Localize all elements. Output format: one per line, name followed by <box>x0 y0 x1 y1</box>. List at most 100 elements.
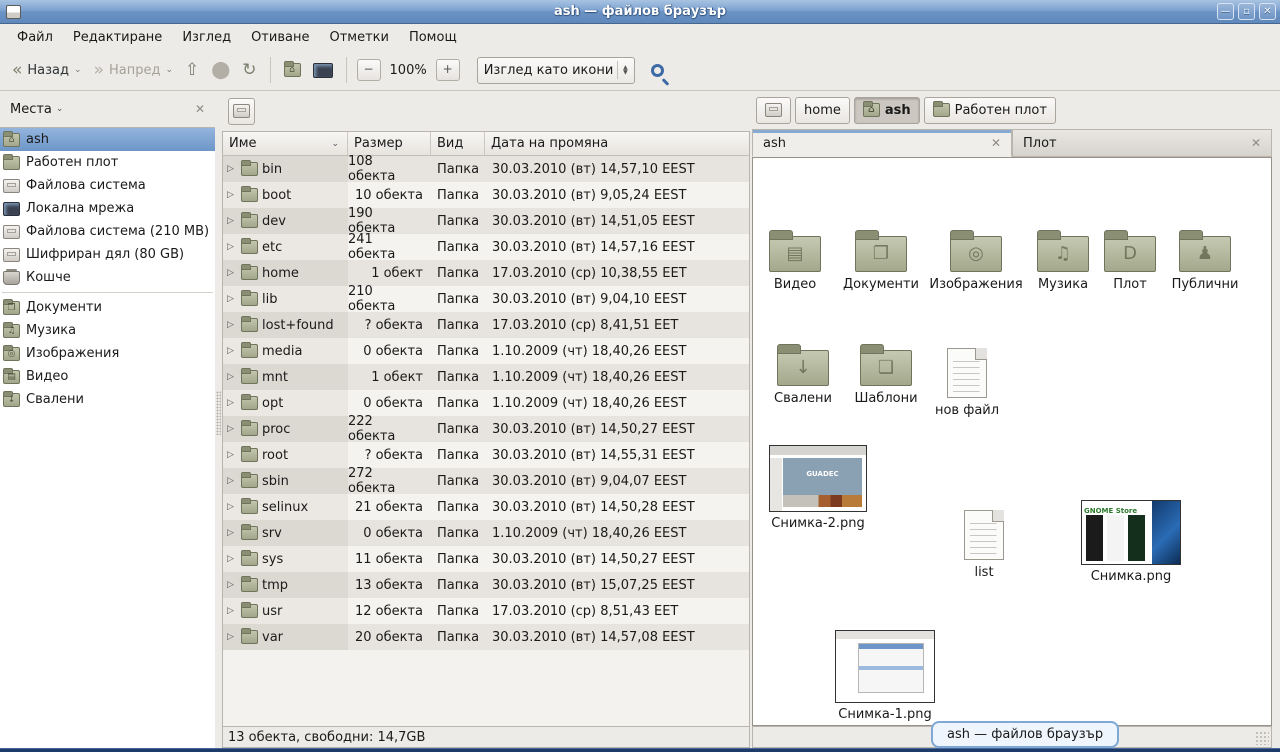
stop-button[interactable]: ⬤ <box>205 58 236 83</box>
view-mode-select[interactable]: Изглед като икони ▲▼ <box>477 57 635 84</box>
expander-icon[interactable]: ▷ <box>227 476 237 486</box>
table-row[interactable]: ▷ bin 108 обекта Папка 30.03.2010 (вт) 1… <box>223 156 749 182</box>
sidebar-item-Кошче[interactable]: Кошче <box>0 266 215 289</box>
sidebar-title-dropdown[interactable]: Места ⌄ <box>10 102 63 117</box>
table-row[interactable]: ▷ boot 10 обекта Папка 30.03.2010 (вт) 9… <box>223 182 749 208</box>
table-row[interactable]: ▷ media 0 обекта Папка 1.10.2009 (чт) 18… <box>223 338 749 364</box>
search-icon[interactable] <box>651 64 664 77</box>
sidebar-item-Файлова система (210 MB)[interactable]: Файлова система (210 MB) <box>0 220 215 243</box>
zoom-out-button[interactable]: − <box>357 59 381 81</box>
column-header-date[interactable]: Дата на промяна <box>485 132 749 155</box>
table-row[interactable]: ▷ root ? обекта Папка 30.03.2010 (вт) 14… <box>223 442 749 468</box>
column-header-size[interactable]: Размер <box>348 132 431 155</box>
table-row[interactable]: ▷ var 20 обекта Папка 30.03.2010 (вт) 14… <box>223 624 749 650</box>
computer-button[interactable] <box>307 59 339 82</box>
table-row[interactable]: ▷ dev 190 обекта Папка 30.03.2010 (вт) 1… <box>223 208 749 234</box>
file-item-video[interactable]: ▤ Видео <box>755 236 835 293</box>
table-row[interactable]: ▷ opt 0 обекта Папка 1.10.2009 (чт) 18,4… <box>223 390 749 416</box>
file-item-documents[interactable]: ❐ Документи <box>835 236 927 293</box>
expander-icon[interactable]: ▷ <box>227 372 237 382</box>
up-button[interactable]: ⇧ <box>179 58 205 83</box>
expander-icon[interactable]: ▷ <box>227 398 237 408</box>
sidebar-item-Видео[interactable]: ▤ Видео <box>0 365 215 388</box>
maximize-button[interactable]: ▫ <box>1238 3 1255 20</box>
tab-ash[interactable]: ash ✕ <box>752 129 1012 157</box>
menu-item-Изглед[interactable]: Изглед <box>173 26 240 49</box>
menu-item-Редактиране[interactable]: Редактиране <box>64 26 171 49</box>
file-item-public[interactable]: ♟ Публични <box>1161 236 1249 293</box>
table-row[interactable]: ▷ home 1 обект Папка 17.03.2010 (ср) 10,… <box>223 260 749 286</box>
minimize-button[interactable]: — <box>1217 3 1234 20</box>
back-button[interactable]: « Назад ⌄ <box>6 58 88 83</box>
sidebar-item-Работен плот[interactable]: Работен плот <box>0 151 215 174</box>
sidebar-item-Свалени[interactable]: ↓ Свалени <box>0 388 215 411</box>
file-item-list[interactable]: list <box>951 510 1017 581</box>
expander-icon[interactable]: ▷ <box>227 450 237 460</box>
forward-button[interactable]: » Напред ⌄ <box>88 58 179 83</box>
root-crumb-button[interactable] <box>228 98 255 125</box>
expander-icon[interactable]: ▷ <box>227 164 237 174</box>
table-row[interactable]: ▷ lib 210 обекта Папка 30.03.2010 (вт) 9… <box>223 286 749 312</box>
file-item-pictures[interactable]: ◎ Изображения <box>929 236 1023 293</box>
menu-item-Файл[interactable]: Файл <box>8 26 62 49</box>
expander-icon[interactable]: ▷ <box>227 554 237 564</box>
file-item-snimka1[interactable]: Снимка-1.png <box>833 630 937 723</box>
tab-close-icon[interactable]: ✕ <box>1251 136 1261 150</box>
breadcrumb-root[interactable] <box>756 97 791 124</box>
expander-icon[interactable]: ▷ <box>227 190 237 200</box>
table-row[interactable]: ▷ proc 222 обекта Папка 30.03.2010 (вт) … <box>223 416 749 442</box>
breadcrumb-ash[interactable]: ⌂ ash <box>854 97 920 124</box>
back-dropdown-icon[interactable]: ⌄ <box>74 65 82 75</box>
table-row[interactable]: ▷ selinux 21 обекта Папка 30.03.2010 (вт… <box>223 494 749 520</box>
file-item-templates[interactable]: ❏ Шаблони <box>843 350 929 407</box>
expander-icon[interactable]: ▷ <box>227 580 237 590</box>
table-row[interactable]: ▷ mnt 1 обект Папка 1.10.2009 (чт) 18,40… <box>223 364 749 390</box>
file-item-music[interactable]: ♫ Музика <box>1021 236 1105 293</box>
sidebar-item-Музика[interactable]: ♫ Музика <box>0 319 215 342</box>
sidebar-item-Изображения[interactable]: ◎ Изображения <box>0 342 215 365</box>
breadcrumb-desktop[interactable]: Работен плот <box>924 97 1056 124</box>
breadcrumb-home[interactable]: home <box>795 97 850 124</box>
titlebar[interactable]: ash — файлов браузър — ▫ ✕ <box>0 0 1280 24</box>
sidebar-item-Локална мрежа[interactable]: Локална мрежа <box>0 197 215 220</box>
table-row[interactable]: ▷ lost+found ? обекта Папка 17.03.2010 (… <box>223 312 749 338</box>
tab-close-icon[interactable]: ✕ <box>991 136 1001 150</box>
expander-icon[interactable]: ▷ <box>227 606 237 616</box>
zoom-in-button[interactable]: + <box>436 59 460 81</box>
table-row[interactable]: ▷ usr 12 обекта Папка 17.03.2010 (ср) 8,… <box>223 598 749 624</box>
tab-Плот[interactable]: Плот ✕ <box>1012 129 1272 157</box>
table-row[interactable]: ▷ sbin 272 обекта Папка 30.03.2010 (вт) … <box>223 468 749 494</box>
expander-icon[interactable]: ▷ <box>227 528 237 538</box>
close-button[interactable]: ✕ <box>1259 3 1276 20</box>
table-row[interactable]: ▷ tmp 13 обекта Папка 30.03.2010 (вт) 15… <box>223 572 749 598</box>
forward-dropdown-icon[interactable]: ⌄ <box>165 65 173 75</box>
sidebar-item-ash[interactable]: ⌂ ash <box>0 128 215 151</box>
table-row[interactable]: ▷ sys 11 обекта Папка 30.03.2010 (вт) 14… <box>223 546 749 572</box>
expander-icon[interactable]: ▷ <box>227 242 237 252</box>
menu-item-Отметки[interactable]: Отметки <box>320 26 397 49</box>
file-item-snimka2[interactable]: Снимка-2.png <box>767 445 869 532</box>
menu-item-Помощ[interactable]: Помощ <box>400 26 466 49</box>
expander-icon[interactable]: ▷ <box>227 294 237 304</box>
pane-splitter[interactable] <box>215 91 222 748</box>
sidebar-close-icon[interactable]: ✕ <box>195 102 205 116</box>
file-item-newfile[interactable]: нов файл <box>929 348 1005 419</box>
file-item-desktop[interactable]: D Плот <box>1095 236 1165 293</box>
expander-icon[interactable]: ▷ <box>227 216 237 226</box>
column-header-type[interactable]: Вид <box>431 132 485 155</box>
expander-icon[interactable]: ▷ <box>227 502 237 512</box>
expander-icon[interactable]: ▷ <box>227 346 237 356</box>
home-button[interactable]: ⌂ <box>278 59 307 81</box>
expander-icon[interactable]: ▷ <box>227 320 237 330</box>
expander-icon[interactable]: ▷ <box>227 268 237 278</box>
expander-icon[interactable]: ▷ <box>227 632 237 642</box>
table-row[interactable]: ▷ srv 0 обекта Папка 1.10.2009 (чт) 18,4… <box>223 520 749 546</box>
menu-item-Отиване[interactable]: Отиване <box>242 26 318 49</box>
sidebar-item-Шифриран дял (80 GB)[interactable]: Шифриран дял (80 GB) <box>0 243 215 266</box>
table-row[interactable]: ▷ etc 241 обекта Папка 30.03.2010 (вт) 1… <box>223 234 749 260</box>
file-item-downloads[interactable]: ↓ Свалени <box>761 350 845 407</box>
expander-icon[interactable]: ▷ <box>227 424 237 434</box>
column-header-name[interactable]: Име ⌄ <box>223 132 348 155</box>
reload-button[interactable]: ↻ <box>236 58 262 83</box>
file-item-snimka[interactable]: Снимка.png <box>1079 500 1183 585</box>
